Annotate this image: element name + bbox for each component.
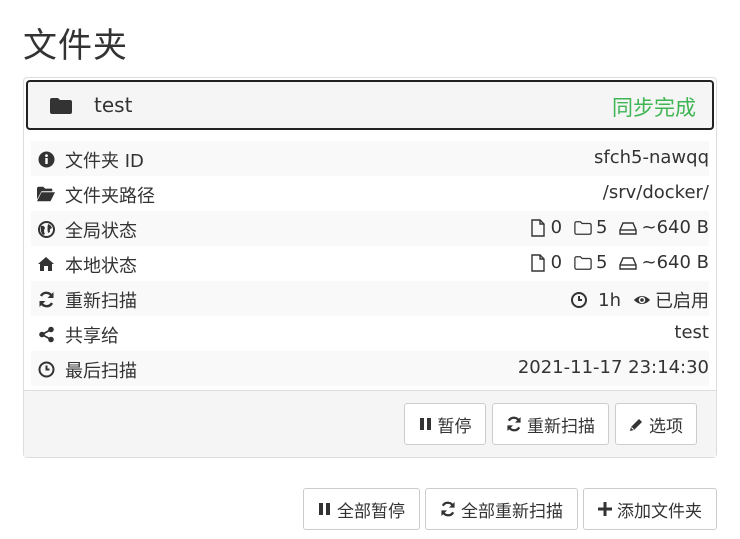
rescan-all-button-label: 全部重新扫描 [461,501,563,522]
folder-label: test [94,93,133,117]
file-count-value: 0 [550,217,563,238]
detail-label: 最后扫描 [65,361,137,382]
options-button[interactable]: 选项 [615,403,697,445]
detail-row-folder-path: 文件夹路径 /srv/docker/ [31,176,709,211]
hdd-icon [619,221,638,235]
rescan-interval-value: 1h [598,289,621,311]
folder-details: 文件夹 ID sfch5-nawqq 文件夹路径 /srv/docker/ 全局… [31,141,709,386]
pause-button-label: 暂停 [437,416,472,437]
directory-count: 5 [574,217,607,238]
rescan-button-label: 重新扫描 [527,416,595,437]
detail-label: 重新扫描 [65,291,137,312]
directory-count: 5 [574,252,607,273]
options-button-label: 选项 [649,416,683,437]
rescan-all-button[interactable]: 全部重新扫描 [425,488,578,530]
last-scan-value: 2021-11-17 23:14:30 [517,357,709,378]
eye-icon [633,295,651,305]
info-icon [37,150,55,168]
clock-icon [37,360,55,378]
file-count: 0 [529,217,562,238]
refresh-icon [441,501,455,517]
folder-id-value: sfch5-nawqq [594,147,709,168]
detail-row-folder-id: 文件夹 ID sfch5-nawqq [31,141,709,176]
data-size: ~640 B [619,252,709,273]
folder-panel-footer: 暂停 重新扫描 选项 [24,390,716,457]
rescan-value: 1h 已启用 [570,287,709,313]
folder-panel: test 同步完成 文件夹 ID sfch5-nawqq 文件夹路径 /srv/… [23,77,717,458]
pause-all-button-label: 全部暂停 [337,501,405,522]
folder-icon [50,98,72,114]
refresh-icon [37,290,55,308]
file-count-value: 0 [550,252,563,273]
detail-row-last-scan: 最后扫描 2021-11-17 23:14:30 [31,351,709,386]
share-icon [37,325,55,343]
directory-count-value: 5 [596,217,608,238]
clock-icon [571,292,588,308]
detail-label: 文件夹 ID [65,151,144,172]
plus-icon [598,502,612,516]
pause-icon [419,418,431,430]
rescan-button[interactable]: 重新扫描 [492,403,609,445]
add-folder-button-label: 添加文件夹 [617,501,702,522]
folder-outline-icon [574,255,592,270]
detail-label: 本地状态 [65,256,137,277]
global-state-value: 0 5 ~640 B [529,217,709,238]
folder-path-value: /srv/docker/ [602,182,709,203]
detail-label: 共享给 [65,326,119,347]
local-state-value: 0 5 ~640 B [529,252,709,273]
detail-row-global-state: 全局状态 0 5 ~640 B [31,211,709,246]
detail-row-rescan: 重新扫描 1h 已启用 [31,281,709,316]
page-title: 文件夹 [23,26,128,66]
data-size-value: ~640 B [641,252,709,273]
file-icon [530,218,545,237]
directory-count-value: 5 [596,252,608,273]
sync-status-label: 同步完成 [612,96,696,120]
pause-all-button[interactable]: 全部暂停 [303,488,420,530]
watcher-status: 已启用 [633,287,709,313]
folder-outline-icon [574,220,592,235]
detail-row-local-state: 本地状态 0 5 ~640 B [31,246,709,281]
refresh-icon [507,416,521,432]
data-size: ~640 B [619,217,709,238]
detail-label: 全局状态 [65,221,137,242]
globe-icon [37,220,55,238]
hdd-icon [619,256,638,270]
watcher-status-value: 已启用 [655,291,709,312]
folder-open-icon [37,185,55,203]
file-count: 0 [529,252,562,273]
shared-with-value[interactable]: test [674,322,709,343]
pause-icon [319,503,330,515]
file-icon [530,253,545,272]
add-folder-button[interactable]: 添加文件夹 [583,488,717,530]
folder-panel-header[interactable]: test 同步完成 [26,80,714,130]
data-size-value: ~640 B [641,217,709,238]
detail-row-shared-with: 共享给 test [31,316,709,351]
pencil-icon [630,418,642,431]
home-icon [37,255,55,273]
detail-label: 文件夹路径 [65,186,155,207]
pause-button[interactable]: 暂停 [404,403,486,445]
rescan-interval: 1h [570,290,621,311]
